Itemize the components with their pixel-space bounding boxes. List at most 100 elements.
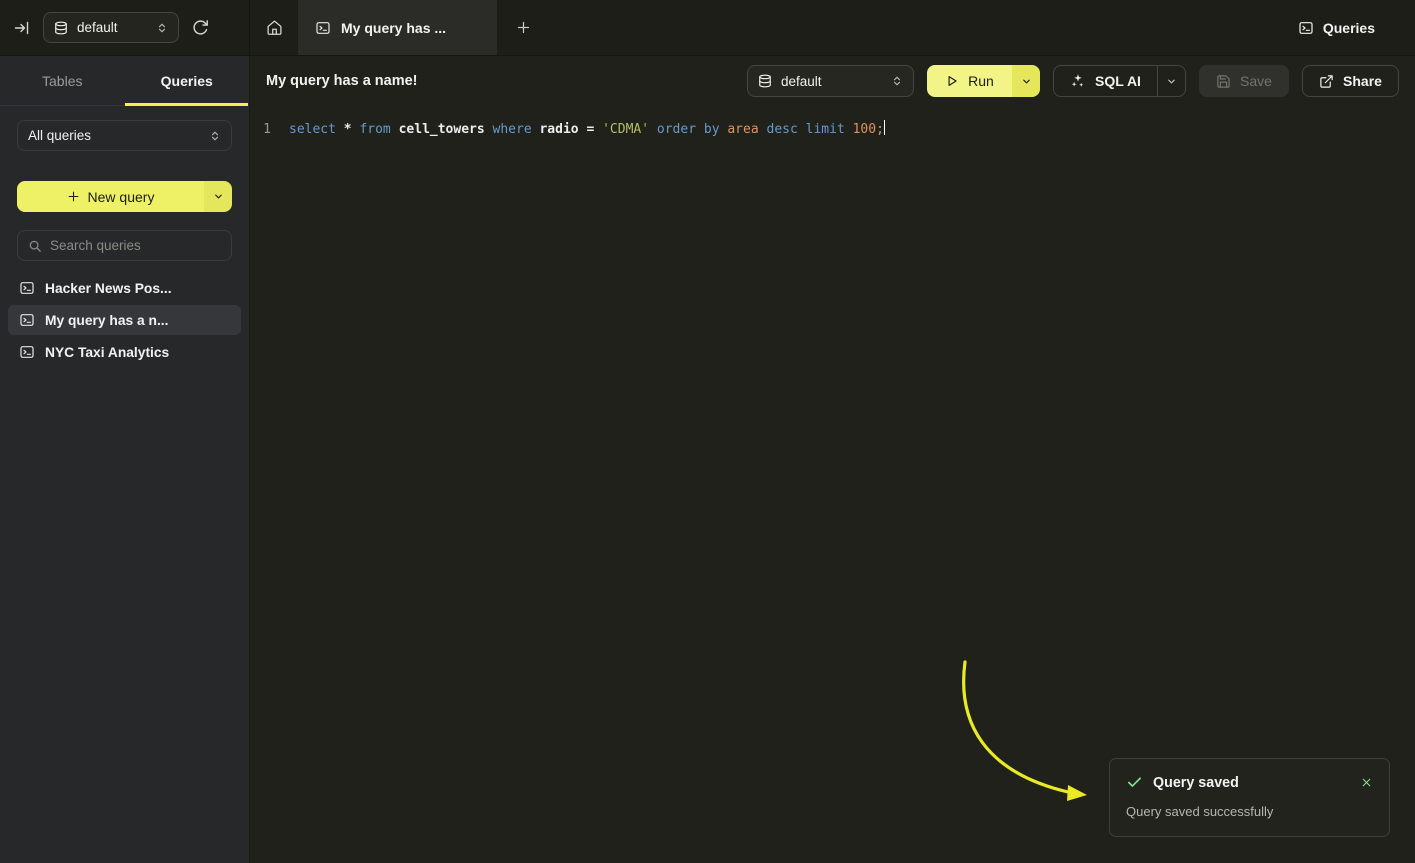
topbar: default My query <box>0 0 1415 56</box>
search-queries-box <box>17 230 232 261</box>
chevrons-up-down-icon <box>209 130 221 142</box>
queries-filter-select[interactable]: All queries <box>17 120 232 151</box>
run-dropdown[interactable] <box>1012 65 1040 97</box>
code-token: select <box>289 122 344 137</box>
code-token: cell_towers <box>399 122 493 137</box>
code-token: = <box>586 122 602 137</box>
save-button[interactable]: Save <box>1199 65 1289 97</box>
play-icon <box>945 74 959 88</box>
new-query-main[interactable]: New query <box>17 181 204 212</box>
tab-tables[interactable]: Tables <box>0 56 125 105</box>
query-item-label: My query has a n... <box>45 313 168 328</box>
sidebar-filter: All queries <box>17 120 232 151</box>
query-item-label: Hacker News Pos... <box>45 281 172 296</box>
search-queries-input[interactable] <box>50 238 227 253</box>
sql-ai-label: SQL AI <box>1095 73 1141 89</box>
chevron-down-icon <box>1021 76 1032 87</box>
topbar-left: default <box>0 0 250 55</box>
editor-database-value: default <box>781 74 822 89</box>
chevrons-up-down-icon <box>156 22 168 34</box>
terminal-icon <box>315 20 331 36</box>
chevron-down-icon <box>1166 76 1177 87</box>
chevrons-up-down-icon <box>891 75 903 87</box>
terminal-icon <box>19 280 35 296</box>
queries-indicator[interactable]: Queries <box>1298 0 1415 55</box>
new-query-button[interactable]: New query <box>17 181 232 212</box>
sidebar-tabs: Tables Queries <box>0 56 249 106</box>
sidebar: Tables Queries All queries <box>0 56 250 863</box>
code-token: 100; <box>853 122 884 137</box>
code-token: where <box>493 122 540 137</box>
code-token: from <box>359 122 398 137</box>
terminal-icon <box>19 344 35 360</box>
close-icon <box>1360 776 1373 789</box>
search-icon <box>28 239 42 253</box>
refresh-icon <box>192 19 209 36</box>
share-icon <box>1319 74 1334 89</box>
tab-queries-label: Queries <box>161 73 213 89</box>
sql-editor[interactable]: 1 select * from cell_towers where radio … <box>250 106 1415 863</box>
new-query-dropdown[interactable] <box>204 181 232 212</box>
run-button[interactable]: Run <box>927 65 1040 97</box>
terminal-icon <box>1298 20 1314 36</box>
database-icon <box>758 74 772 88</box>
code-text: select * from cell_towers where radio = … <box>280 119 885 140</box>
code-token: limit <box>806 122 853 137</box>
tab-my-query[interactable]: My query has ... <box>298 0 497 55</box>
plus-icon <box>516 20 531 35</box>
collapse-sidebar-icon <box>14 20 30 36</box>
sparkles-icon <box>1070 73 1086 89</box>
code-token: * <box>344 122 360 137</box>
save-label: Save <box>1240 73 1272 89</box>
editor-database-select[interactable]: default <box>747 65 914 97</box>
sql-ai-dropdown[interactable] <box>1157 66 1185 96</box>
line-number: 1 <box>250 119 280 140</box>
run-label: Run <box>968 73 994 89</box>
terminal-icon <box>19 312 35 328</box>
new-tab-button[interactable] <box>497 0 549 55</box>
code-token: order <box>657 122 704 137</box>
toast-query-saved: Query saved Query saved successfully <box>1109 758 1390 837</box>
run-button-main[interactable]: Run <box>927 65 1012 97</box>
refresh-button[interactable] <box>192 19 209 36</box>
code-token: desc <box>767 122 806 137</box>
code-line: 1 select * from cell_towers where radio … <box>250 119 1415 140</box>
code-token: 'CDMA' <box>602 122 657 137</box>
sql-ai-button[interactable]: SQL AI <box>1053 65 1186 97</box>
queries-filter-value: All queries <box>28 128 91 143</box>
text-cursor <box>884 120 886 135</box>
check-icon <box>1126 774 1143 791</box>
toast-close-button[interactable] <box>1360 776 1373 789</box>
toast-title: Query saved <box>1153 775 1239 791</box>
share-button[interactable]: Share <box>1302 65 1399 97</box>
query-list-item[interactable]: Hacker News Pos... <box>8 273 241 303</box>
editor-header-controls: default Run <box>747 65 1399 97</box>
query-item-label: NYC Taxi Analytics <box>45 345 169 360</box>
tab-queries[interactable]: Queries <box>125 56 250 105</box>
toast-message: Query saved successfully <box>1126 804 1373 819</box>
tab-tables-label: Tables <box>42 73 82 89</box>
home-icon <box>266 19 283 36</box>
code-token: area <box>727 122 766 137</box>
editor-header: My query has a name! default <box>250 56 1415 106</box>
tab-label: My query has ... <box>341 20 446 36</box>
main-panel: My query has a name! default <box>250 56 1415 863</box>
share-label: Share <box>1343 73 1382 89</box>
query-title: My query has a name! <box>266 73 418 89</box>
chevron-down-icon <box>213 191 224 202</box>
topbar-database-value: default <box>77 20 118 35</box>
query-list-item[interactable]: NYC Taxi Analytics <box>8 337 241 367</box>
save-icon <box>1216 74 1231 89</box>
collapse-sidebar-button[interactable] <box>14 20 30 36</box>
topbar-database-select[interactable]: default <box>43 12 179 43</box>
home-button[interactable] <box>250 0 298 55</box>
code-token: by <box>704 122 727 137</box>
sql-ai-main[interactable]: SQL AI <box>1054 66 1157 96</box>
plus-icon <box>67 190 80 203</box>
query-list-item[interactable]: My query has a n... <box>8 305 241 335</box>
query-list: Hacker News Pos... My query has a n... <box>0 273 249 367</box>
code-token: radio <box>539 122 586 137</box>
queries-indicator-label: Queries <box>1323 20 1375 36</box>
database-icon <box>54 21 68 35</box>
new-query-label: New query <box>88 189 155 205</box>
